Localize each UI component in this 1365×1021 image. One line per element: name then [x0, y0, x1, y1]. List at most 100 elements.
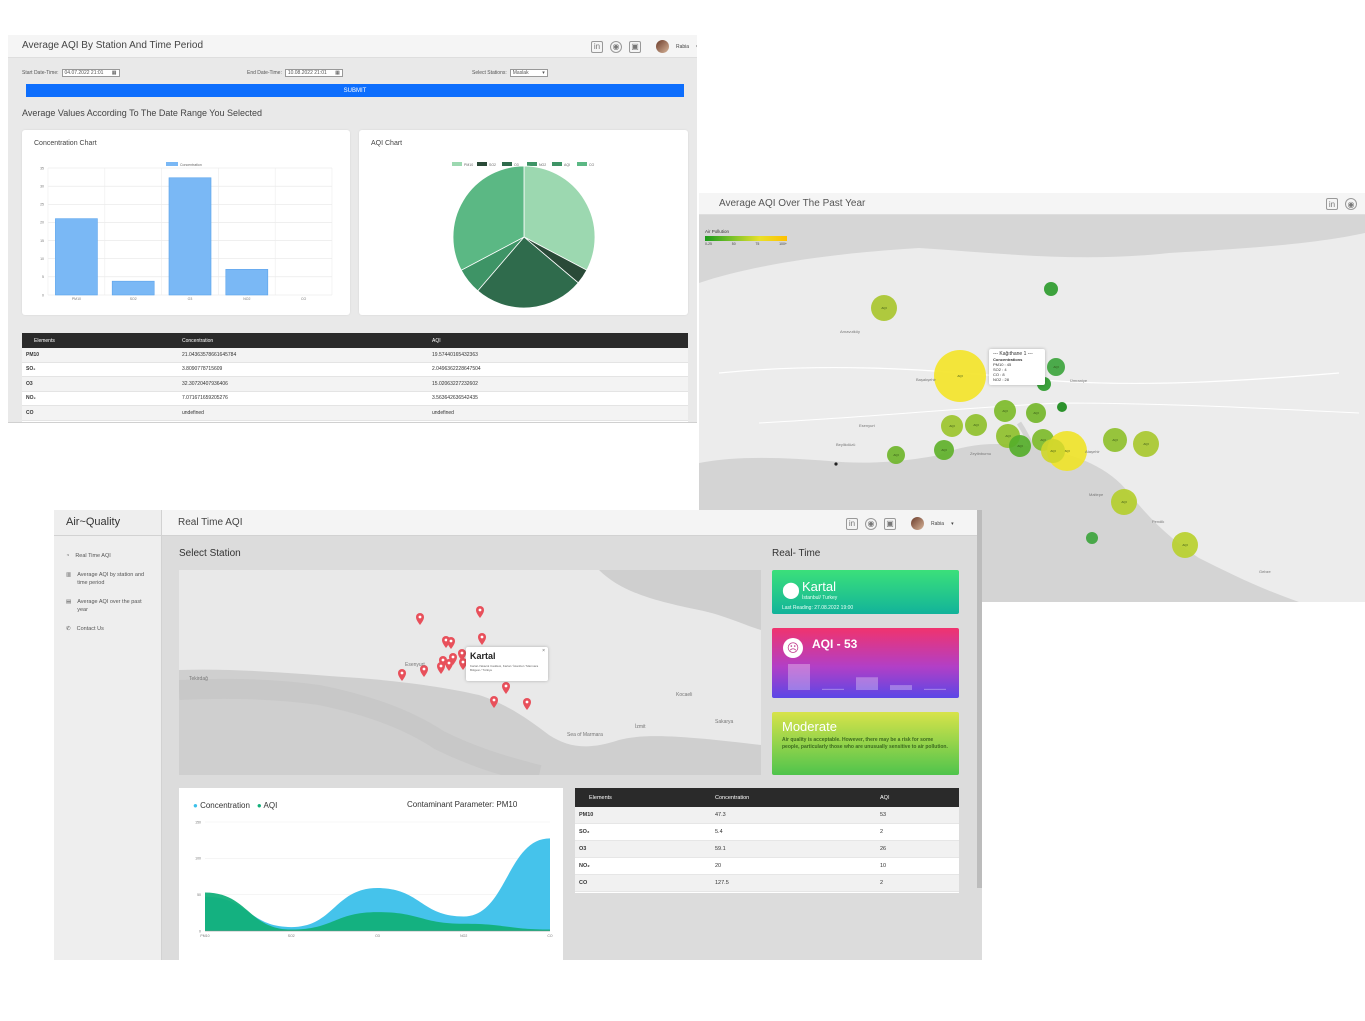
contaminant-chart-card: ● Concentration ● AQI Contaminant Parame…	[179, 788, 563, 960]
avatar[interactable]	[911, 517, 924, 530]
sidebar-item-avg-by-station[interactable]: ▥ Average AQI by station and time period	[54, 571, 161, 587]
chevron-down-icon[interactable]: ▾	[696, 44, 697, 50]
linkedin-icon[interactable]: in	[591, 40, 603, 53]
chart-legend[interactable]: Concentration	[166, 162, 202, 167]
chevron-down-icon[interactable]: ▾	[951, 521, 954, 527]
bar-so2[interactable]	[111, 280, 155, 296]
calendar-icon[interactable]: ▦	[335, 70, 340, 76]
legend-swatch[interactable]	[452, 162, 462, 166]
topbar-icons: in ◉	[1326, 198, 1357, 210]
map-pin-icon[interactable]	[502, 682, 510, 694]
bar-o3[interactable]	[168, 177, 212, 296]
map-pin-icon[interactable]	[416, 613, 424, 625]
cell-aqi: 2	[880, 880, 884, 886]
legend-swatch	[166, 162, 178, 166]
cell-concentration: 7.071671659205276	[182, 395, 228, 402]
bar-no2[interactable]	[225, 269, 269, 296]
calendar-icon[interactable]: ▦	[112, 70, 117, 76]
station-map[interactable]: Tekirdağ Esenyurt Kocaeli Sakarya Sea of…	[179, 570, 761, 775]
real-time-aqi-screen: Air~Quality ◔ Real Time AQI ▥ Average AQ…	[54, 510, 982, 960]
legend-label: NO2	[539, 163, 546, 167]
realtime-title: Real- Time	[772, 548, 821, 559]
legend-swatch[interactable]	[527, 162, 537, 166]
legend-label: Concentration	[180, 163, 202, 167]
y-tick-label: 35	[40, 166, 44, 170]
map-pin-dot	[504, 684, 508, 688]
map-pin-icon[interactable]	[437, 662, 445, 674]
header-aqi: AQI	[432, 337, 441, 344]
teams-icon[interactable]: ▣	[884, 517, 896, 530]
aqi-bubble-label: AQI	[1182, 543, 1187, 547]
map-pin-dot	[444, 638, 448, 642]
mini-bar-co	[924, 688, 946, 690]
user-name[interactable]: Rabia	[931, 521, 944, 527]
phone-icon: ✆	[66, 626, 71, 632]
place-label: Kocaeli	[676, 692, 693, 698]
scrollbar[interactable]	[977, 510, 982, 888]
sidebar-item-label: Real Time AQI	[75, 553, 111, 559]
place-label: Beylikdüzü	[836, 442, 856, 447]
aqi-bubble[interactable]	[1044, 282, 1058, 296]
teams-icon[interactable]: ▣	[629, 40, 641, 53]
aqi-bubble[interactable]	[1057, 402, 1067, 412]
linkedin-icon[interactable]: in	[1326, 198, 1338, 210]
brand-logo[interactable]: Air~Quality	[54, 510, 161, 536]
legend-swatch[interactable]	[502, 162, 512, 166]
concentration-chart-card: Concentration Chart Concentration 0 5 10 15 2…	[22, 130, 350, 315]
x-tick-label: CO	[301, 297, 307, 301]
map-pin-icon[interactable]	[445, 659, 453, 671]
y-tick-label: 25	[40, 203, 44, 207]
legend-swatch[interactable]	[552, 162, 562, 166]
x-tick-label: O3	[375, 934, 380, 938]
legend-label: AQI	[564, 163, 570, 167]
cell-concentration: undefined	[182, 409, 204, 416]
cell-concentration: 32.30720407936406	[182, 380, 228, 387]
avg-aqi-by-station-screen: Average AQI By Station And Time Period i…	[8, 35, 697, 423]
sidebar-item-real-time[interactable]: ◔ Real Time AQI	[54, 552, 161, 560]
start-date-input[interactable]: 04.07.2022 21:01 ▦	[61, 69, 120, 77]
aqi-bubble-label: AQI	[1005, 434, 1010, 438]
map-icon: ▤	[66, 599, 72, 605]
cell-aqi: 2	[880, 829, 884, 835]
aqi-bubble-label: AQI	[1053, 365, 1058, 369]
github-icon[interactable]: ◉	[865, 517, 877, 530]
github-icon[interactable]: ◉	[610, 40, 622, 53]
legend-swatch[interactable]	[577, 162, 587, 166]
table-row: SO₂ 3.8090778715609 2.0496362228647504	[22, 363, 688, 377]
table-row: O3 59.1 26	[575, 841, 959, 858]
submit-button[interactable]: SUBMIT	[26, 84, 684, 97]
aqi-bubble-label: AQI	[957, 374, 962, 378]
avatar[interactable]	[656, 40, 669, 53]
table-row: PM10 47.3 53	[575, 807, 959, 824]
end-date-value: 10.08.2022 21:01	[287, 70, 327, 76]
page-title: Average AQI By Station And Time Period	[22, 40, 204, 51]
github-icon[interactable]: ◉	[1345, 198, 1357, 210]
cell-concentration: 59.1	[715, 846, 726, 852]
user-name[interactable]: Rabia	[676, 44, 689, 50]
cell-element: O3	[579, 846, 587, 852]
aqi-bubble[interactable]	[1086, 532, 1098, 544]
cell-element: NO₂	[26, 395, 36, 402]
sidebar-item-contact[interactable]: ✆ Contact Us	[54, 625, 161, 633]
legend-swatch[interactable]	[477, 162, 487, 166]
map-pin-icon[interactable]	[447, 637, 455, 649]
table-body: PM10 47.3 53 SO₂ 5.4 2 O3 59.1 26 NO₂ 20 10 CO 12…	[575, 807, 959, 892]
close-icon[interactable]: ×	[542, 648, 545, 654]
select-station-title: Select Station	[179, 548, 241, 559]
map-pin-dot	[451, 655, 455, 659]
linkedin-icon[interactable]: in	[846, 517, 858, 530]
x-tick-label: SO2	[130, 297, 137, 301]
topbar: Average AQI By Station And Time Period i…	[8, 35, 697, 58]
sidebar-item-past-year[interactable]: ▤ Average AQI over the past year	[54, 598, 161, 614]
x-tick-label: PM10	[200, 934, 209, 938]
bar-pm10[interactable]	[55, 218, 98, 296]
map-pin-icon[interactable]	[476, 606, 484, 618]
station-select[interactable]: Maslak ▾	[509, 69, 548, 77]
place-label: Tekirdağ	[189, 676, 208, 682]
cell-concentration: 21.04363578661645784	[182, 351, 237, 358]
aqi-bubble-label: AQI	[1112, 438, 1117, 442]
map-pin-icon[interactable]	[523, 698, 531, 710]
map-pin-icon[interactable]	[478, 633, 486, 645]
end-date-input[interactable]: 10.08.2022 21:01 ▦	[284, 69, 343, 77]
map-pin-icon[interactable]	[398, 669, 406, 681]
